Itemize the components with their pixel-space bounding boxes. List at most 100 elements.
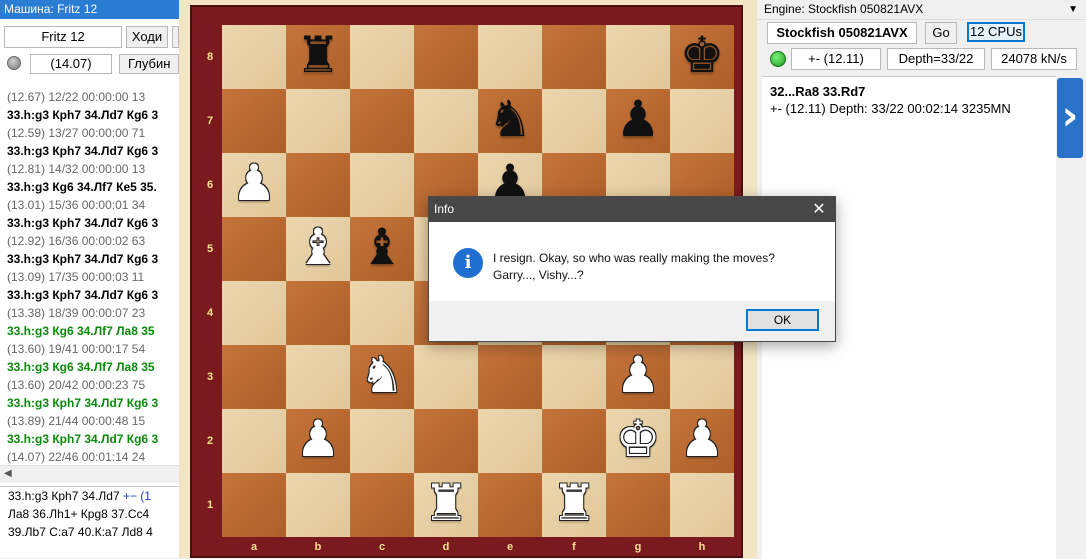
ok-button[interactable]: OK xyxy=(746,309,819,331)
file-label: c xyxy=(378,541,386,553)
file-label: h xyxy=(698,541,706,553)
scroll-left-icon[interactable]: ◀ xyxy=(4,468,12,479)
square-c2[interactable] xyxy=(350,409,414,473)
dialog-message: I resign. Okay, so who was really making… xyxy=(493,251,775,282)
rank-label: 5 xyxy=(206,243,214,255)
square-e2[interactable] xyxy=(478,409,542,473)
white-bishop-icon[interactable]: ♝ xyxy=(286,217,350,281)
close-icon[interactable]: ✕ xyxy=(803,197,835,222)
analysis-line-stats: (13.09) 17/35 00:00:03 11 xyxy=(7,270,145,284)
square-c6[interactable] xyxy=(350,153,414,217)
dialog-title: Info xyxy=(434,202,455,216)
move-button[interactable]: Ходи xyxy=(126,26,168,48)
info-icon: i xyxy=(453,248,483,278)
analysis-line-moves: 33.h:g3 Крh7 34.Лd7 Кg6 3 xyxy=(7,432,159,446)
square-a8[interactable] xyxy=(222,25,286,89)
chevron-right-icon[interactable]: › xyxy=(1057,78,1083,158)
panel-menu-chevron-down-icon[interactable]: ▼ xyxy=(1068,0,1078,19)
analysis-line-moves: 33.h:g3 Крh7 34.Лd7 Кg6 3 xyxy=(7,108,159,122)
square-b5[interactable]: ♝ xyxy=(286,217,350,281)
rank-label: 2 xyxy=(206,435,214,447)
square-d7[interactable] xyxy=(414,89,478,153)
black-pawn-icon[interactable]: ♟ xyxy=(606,89,670,153)
square-c4[interactable] xyxy=(350,281,414,345)
stockfish-depth: Depth=33/22 xyxy=(887,48,985,70)
white-rook-icon[interactable]: ♜ xyxy=(542,473,606,537)
square-c5[interactable]: ♝ xyxy=(350,217,414,281)
file-label: e xyxy=(506,541,514,553)
cpus-button[interactable]: 12 CPUs xyxy=(967,22,1025,42)
square-d2[interactable] xyxy=(414,409,478,473)
square-h2[interactable]: ♟ xyxy=(670,409,734,473)
analysis-line-moves: 33.h:g3 Крh7 34.Лd7 Кg6 3 xyxy=(7,396,159,410)
white-pawn-icon[interactable]: ♟ xyxy=(606,345,670,409)
square-b7[interactable] xyxy=(286,89,350,153)
analysis-line-stats: (12.59) 13/27 00:00:00 71 xyxy=(7,126,146,140)
stockfish-engine-name[interactable]: Stockfish 050821AVX xyxy=(767,22,917,44)
stockfish-panel-title: Engine: Stockfish 050821AVX ▼ xyxy=(757,0,1086,20)
square-e1[interactable] xyxy=(478,473,542,537)
square-b3[interactable] xyxy=(286,345,350,409)
white-pawn-icon[interactable]: ♟ xyxy=(670,409,734,473)
fritz-analysis-lines[interactable]: (12.67) 12/22 00:00:00 13 33.h:g3 Крh7 34… xyxy=(0,88,179,464)
square-e8[interactable] xyxy=(478,25,542,89)
fritz-extra-button[interactable] xyxy=(172,26,179,48)
square-g1[interactable] xyxy=(606,473,670,537)
fritz-engine-name[interactable]: Fritz 12 xyxy=(4,26,122,48)
square-f7[interactable] xyxy=(542,89,606,153)
stockfish-stats: +- (12.11) Depth: 33/22 00:02:14 3235MN xyxy=(770,101,1011,116)
square-c1[interactable] xyxy=(350,473,414,537)
square-c3[interactable]: ♞ xyxy=(350,345,414,409)
square-d1[interactable]: ♜ xyxy=(414,473,478,537)
square-f3[interactable] xyxy=(542,345,606,409)
square-c8[interactable] xyxy=(350,25,414,89)
dialog-titlebar: Info ✕ xyxy=(429,197,835,222)
white-king-icon[interactable]: ♚ xyxy=(606,409,670,473)
stockfish-pv: 32...Ra8 33.Rd7 xyxy=(770,84,866,99)
rank-label: 4 xyxy=(206,307,214,319)
horizontal-scrollbar[interactable]: ◀ xyxy=(0,465,179,483)
square-g2[interactable]: ♚ xyxy=(606,409,670,473)
square-a2[interactable] xyxy=(222,409,286,473)
square-a5[interactable] xyxy=(222,217,286,281)
square-a4[interactable] xyxy=(222,281,286,345)
go-button[interactable]: Go xyxy=(925,22,957,44)
black-bishop-icon[interactable]: ♝ xyxy=(350,217,414,281)
black-king-icon[interactable]: ♚ xyxy=(670,25,734,89)
square-e7[interactable]: ♞ xyxy=(478,89,542,153)
square-a6[interactable]: ♟ xyxy=(222,153,286,217)
square-b4[interactable] xyxy=(286,281,350,345)
square-g8[interactable] xyxy=(606,25,670,89)
white-pawn-icon[interactable]: ♟ xyxy=(286,409,350,473)
square-d3[interactable] xyxy=(414,345,478,409)
square-b6[interactable] xyxy=(286,153,350,217)
best-line-3: 39.Лb7 C:a7 40.К:a7 Лd8 4 xyxy=(8,525,153,539)
square-h7[interactable] xyxy=(670,89,734,153)
white-rook-icon[interactable]: ♜ xyxy=(414,473,478,537)
square-c7[interactable] xyxy=(350,89,414,153)
square-d8[interactable] xyxy=(414,25,478,89)
white-pawn-icon[interactable]: ♟ xyxy=(222,153,286,217)
square-f2[interactable] xyxy=(542,409,606,473)
square-g3[interactable]: ♟ xyxy=(606,345,670,409)
square-h8[interactable]: ♚ xyxy=(670,25,734,89)
square-a3[interactable] xyxy=(222,345,286,409)
square-b2[interactable]: ♟ xyxy=(286,409,350,473)
black-rook-icon[interactable]: ♜ xyxy=(286,25,350,89)
fritz-status-led-icon xyxy=(7,56,21,70)
stockfish-panel-title-text: Engine: Stockfish 050821AVX xyxy=(764,2,924,16)
square-e3[interactable] xyxy=(478,345,542,409)
square-a1[interactable] xyxy=(222,473,286,537)
square-g7[interactable]: ♟ xyxy=(606,89,670,153)
square-b1[interactable] xyxy=(286,473,350,537)
white-knight-icon[interactable]: ♞ xyxy=(350,345,414,409)
square-a7[interactable] xyxy=(222,89,286,153)
square-f1[interactable]: ♜ xyxy=(542,473,606,537)
black-knight-icon[interactable]: ♞ xyxy=(478,89,542,153)
square-h3[interactable] xyxy=(670,345,734,409)
rank-label: 6 xyxy=(206,179,214,191)
square-b8[interactable]: ♜ xyxy=(286,25,350,89)
square-h1[interactable] xyxy=(670,473,734,537)
square-f8[interactable] xyxy=(542,25,606,89)
rank-label: 3 xyxy=(206,371,214,383)
